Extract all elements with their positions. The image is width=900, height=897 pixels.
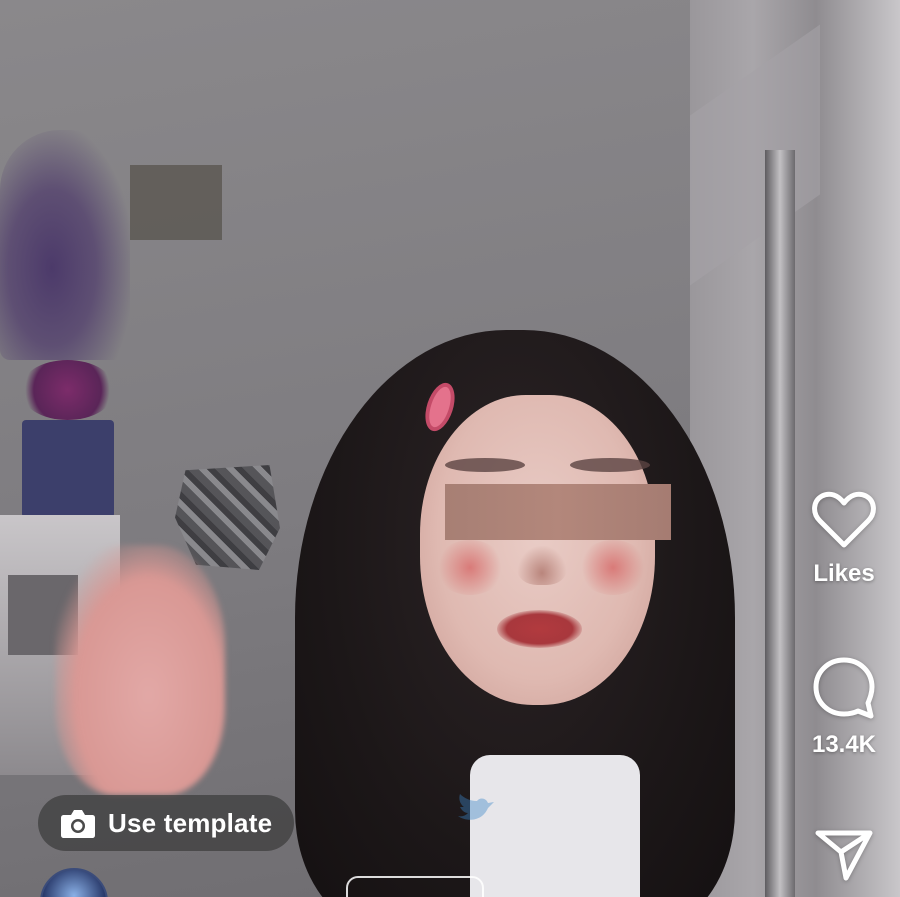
person-cheek-right: [578, 540, 648, 595]
person-nose: [517, 545, 567, 585]
person-hand: [55, 545, 225, 795]
paper-plane-icon[interactable]: [814, 828, 874, 882]
camera-icon: [61, 810, 95, 838]
comments-count: 13.4K: [811, 731, 877, 758]
likes-label: Likes: [813, 560, 875, 587]
background-lamp: [0, 130, 130, 360]
use-template-label: Use template: [108, 807, 273, 838]
heart-outline-icon[interactable]: [812, 490, 876, 550]
background-wall-frame: [130, 165, 222, 240]
person-lips: [497, 610, 582, 648]
person-brow-right: [570, 458, 650, 472]
share-action[interactable]: [788, 828, 900, 882]
background-flower: [20, 360, 115, 420]
background-vase: [22, 420, 114, 518]
like-action[interactable]: Likes: [788, 490, 900, 588]
comment-action[interactable]: 13.4K: [788, 655, 900, 759]
follow-button[interactable]: [346, 876, 484, 897]
speech-bubble-icon[interactable]: [811, 655, 877, 721]
bird-icon: [458, 794, 494, 820]
use-template-button[interactable]: Use template: [38, 795, 295, 851]
privacy-censor-bar: [445, 484, 671, 540]
watermark-logo: [442, 772, 532, 832]
person-cheek-left: [435, 540, 505, 595]
reel-video[interactable]: [0, 0, 900, 897]
person-brow-left: [445, 458, 525, 472]
